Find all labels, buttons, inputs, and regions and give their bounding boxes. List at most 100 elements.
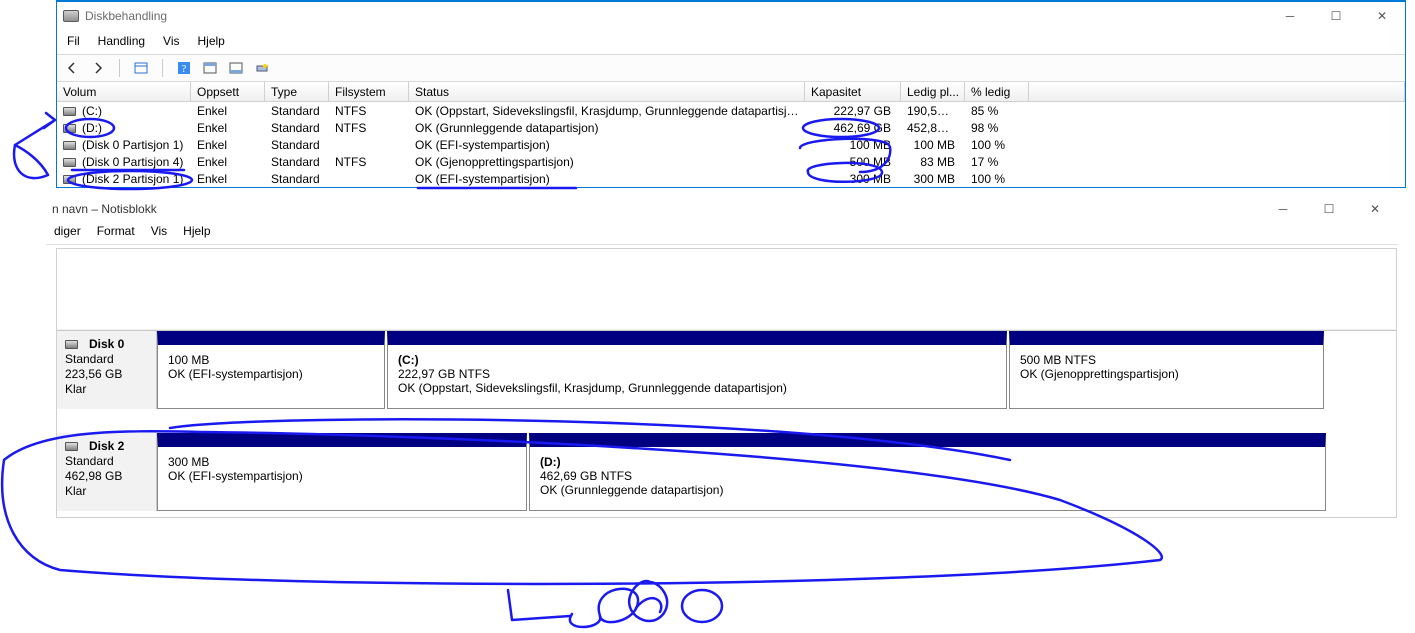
menu-item[interactable]: diger bbox=[54, 224, 81, 238]
col-type[interactable]: Type bbox=[265, 82, 329, 101]
volume-row[interactable]: (Disk 2 Partisjon 1)EnkelStandardOK (EFI… bbox=[57, 170, 1405, 187]
cell-filsystem: NTFS bbox=[329, 121, 409, 135]
disk-graphical-panel: Disk 0Standard223,56 GBKlar100 MBOK (EFI… bbox=[56, 248, 1397, 518]
volume-row[interactable]: (C:)EnkelStandardNTFSOK (Oppstart, Sidev… bbox=[57, 102, 1405, 119]
menu-hjelp[interactable]: Hjelp bbox=[198, 34, 225, 48]
menu-handling[interactable]: Handling bbox=[98, 34, 145, 48]
cell-type: Standard bbox=[265, 155, 329, 169]
disk-icon bbox=[63, 141, 76, 150]
forward-icon[interactable] bbox=[89, 59, 107, 77]
disk-strip: Disk 2Standard462,98 GBKlar300 MBOK (EFI… bbox=[57, 433, 1396, 517]
disk-size: 462,98 GB bbox=[65, 469, 148, 483]
notepad-menubar: diger Format Vis Hjelp bbox=[46, 220, 1398, 245]
notepad-titlebar[interactable]: n navn – Notisblokk ─ ☐ ✕ bbox=[46, 198, 1398, 220]
dm-menubar: Fil Handling Vis Hjelp bbox=[57, 30, 1405, 55]
menu-item[interactable]: Hjelp bbox=[183, 224, 210, 238]
back-icon[interactable] bbox=[63, 59, 81, 77]
cell-type: Standard bbox=[265, 138, 329, 152]
volume-row[interactable]: (Disk 0 Partisjon 1)EnkelStandardOK (EFI… bbox=[57, 136, 1405, 153]
layout-bottom-icon[interactable] bbox=[227, 59, 245, 77]
cell-kapasitet: 500 MB bbox=[805, 155, 901, 169]
partition[interactable]: 100 MBOK (EFI-systempartisjon) bbox=[157, 331, 385, 409]
cell-status: OK (Grunnleggende datapartisjon) bbox=[409, 121, 805, 135]
volume-list-header: Volum Oppsett Type Filsystem Status Kapa… bbox=[57, 82, 1405, 102]
cell-oppsett: Enkel bbox=[191, 155, 265, 169]
partition-title: (C:) bbox=[398, 353, 996, 367]
dm-titlebar[interactable]: Diskbehandling ─ ☐ ✕ bbox=[57, 2, 1405, 30]
disk-icon bbox=[63, 175, 76, 184]
menu-item[interactable]: Vis bbox=[151, 224, 167, 238]
cell-ledig: 83 MB bbox=[901, 155, 965, 169]
app-icon bbox=[63, 10, 79, 22]
partition[interactable]: 500 MB NTFSOK (Gjenopprettingspartisjon) bbox=[1009, 331, 1324, 409]
partition[interactable]: 300 MBOK (EFI-systempartisjon) bbox=[157, 433, 527, 511]
minimize-button[interactable]: ─ bbox=[1260, 195, 1306, 223]
volume-name: (Disk 0 Partisjon 4) bbox=[82, 155, 183, 169]
close-button[interactable]: ✕ bbox=[1359, 2, 1405, 30]
cell-pct: 85 % bbox=[965, 104, 1029, 118]
disk-state: Klar bbox=[65, 382, 148, 396]
disk-label[interactable]: Disk 2Standard462,98 GBKlar bbox=[57, 433, 157, 511]
cell-type: Standard bbox=[265, 172, 329, 186]
volume-name: (Disk 0 Partisjon 1) bbox=[82, 138, 183, 152]
cell-ledig: 190,54 GB bbox=[901, 104, 965, 118]
svg-text:?: ? bbox=[182, 63, 187, 75]
cell-ledig: 452,83 GB bbox=[901, 121, 965, 135]
disk-icon bbox=[63, 158, 76, 167]
disk-label[interactable]: Disk 0Standard223,56 GBKlar bbox=[57, 331, 157, 409]
menu-item[interactable]: Format bbox=[97, 224, 135, 238]
cell-ledig: 300 MB bbox=[901, 172, 965, 186]
disk-icon bbox=[65, 442, 78, 451]
partition[interactable]: (C:)222,97 GB NTFSOK (Oppstart, Sideveks… bbox=[387, 331, 1007, 409]
properties-icon[interactable] bbox=[253, 59, 271, 77]
disk-type: Standard bbox=[65, 352, 148, 366]
col-pct[interactable]: % ledig bbox=[965, 82, 1029, 101]
volume-list[interactable]: (C:)EnkelStandardNTFSOK (Oppstart, Sidev… bbox=[57, 102, 1405, 187]
layout-top-icon[interactable] bbox=[201, 59, 219, 77]
grid-icon[interactable] bbox=[132, 59, 150, 77]
disk-name: Disk 0 bbox=[89, 337, 124, 351]
volume-row[interactable]: (Disk 0 Partisjon 4)EnkelStandardNTFSOK … bbox=[57, 153, 1405, 170]
panel-upper-blank bbox=[57, 249, 1396, 331]
close-button[interactable]: ✕ bbox=[1352, 195, 1398, 223]
app-title: Diskbehandling bbox=[85, 9, 167, 23]
cell-status: OK (Oppstart, Sidevekslingsfil, Krasjdum… bbox=[409, 104, 805, 118]
partition-title: (D:) bbox=[540, 455, 1315, 469]
maximize-button[interactable]: ☐ bbox=[1306, 195, 1352, 223]
col-oppsett[interactable]: Oppsett bbox=[191, 82, 265, 101]
col-ledig[interactable]: Ledig pl... bbox=[901, 82, 965, 101]
cell-status: OK (Gjenopprettingspartisjon) bbox=[409, 155, 805, 169]
partition-size: 462,69 GB NTFS bbox=[540, 469, 1315, 483]
disk-type: Standard bbox=[65, 454, 148, 468]
col-filsystem[interactable]: Filsystem bbox=[329, 82, 409, 101]
menu-fil[interactable]: Fil bbox=[67, 34, 80, 48]
volume-name: (D:) bbox=[82, 121, 102, 135]
partition-size: 300 MB bbox=[168, 455, 516, 469]
disk-strip: Disk 0Standard223,56 GBKlar100 MBOK (EFI… bbox=[57, 331, 1396, 415]
col-kapasitet[interactable]: Kapasitet bbox=[805, 82, 901, 101]
partition-status: OK (Grunnleggende datapartisjon) bbox=[540, 483, 1315, 497]
col-volum[interactable]: Volum bbox=[57, 82, 191, 101]
help-icon[interactable]: ? bbox=[175, 59, 193, 77]
cell-status: OK (EFI-systempartisjon) bbox=[409, 172, 805, 186]
cell-kapasitet: 300 MB bbox=[805, 172, 901, 186]
partition-size: 222,97 GB NTFS bbox=[398, 367, 996, 381]
partition-status: OK (Gjenopprettingspartisjon) bbox=[1020, 367, 1313, 381]
volume-name: (Disk 2 Partisjon 1) bbox=[82, 172, 183, 186]
disk-icon bbox=[65, 340, 78, 349]
cell-pct: 17 % bbox=[965, 155, 1029, 169]
menu-vis[interactable]: Vis bbox=[163, 34, 179, 48]
maximize-button[interactable]: ☐ bbox=[1313, 2, 1359, 30]
partition[interactable]: (D:)462,69 GB NTFSOK (Grunnleggende data… bbox=[529, 433, 1326, 511]
disk-name: Disk 2 bbox=[89, 439, 124, 453]
partition-size: 500 MB NTFS bbox=[1020, 353, 1313, 367]
cell-pct: 100 % bbox=[965, 138, 1029, 152]
col-status[interactable]: Status bbox=[409, 82, 805, 101]
partition-status: OK (EFI-systempartisjon) bbox=[168, 469, 516, 483]
notepad-title: n navn – Notisblokk bbox=[52, 202, 157, 216]
volume-row[interactable]: (D:)EnkelStandardNTFSOK (Grunnleggende d… bbox=[57, 119, 1405, 136]
minimize-button[interactable]: ─ bbox=[1267, 2, 1313, 30]
partition-status: OK (EFI-systempartisjon) bbox=[168, 367, 374, 381]
volume-name: (C:) bbox=[82, 104, 102, 118]
col-spacer bbox=[1029, 82, 1405, 101]
